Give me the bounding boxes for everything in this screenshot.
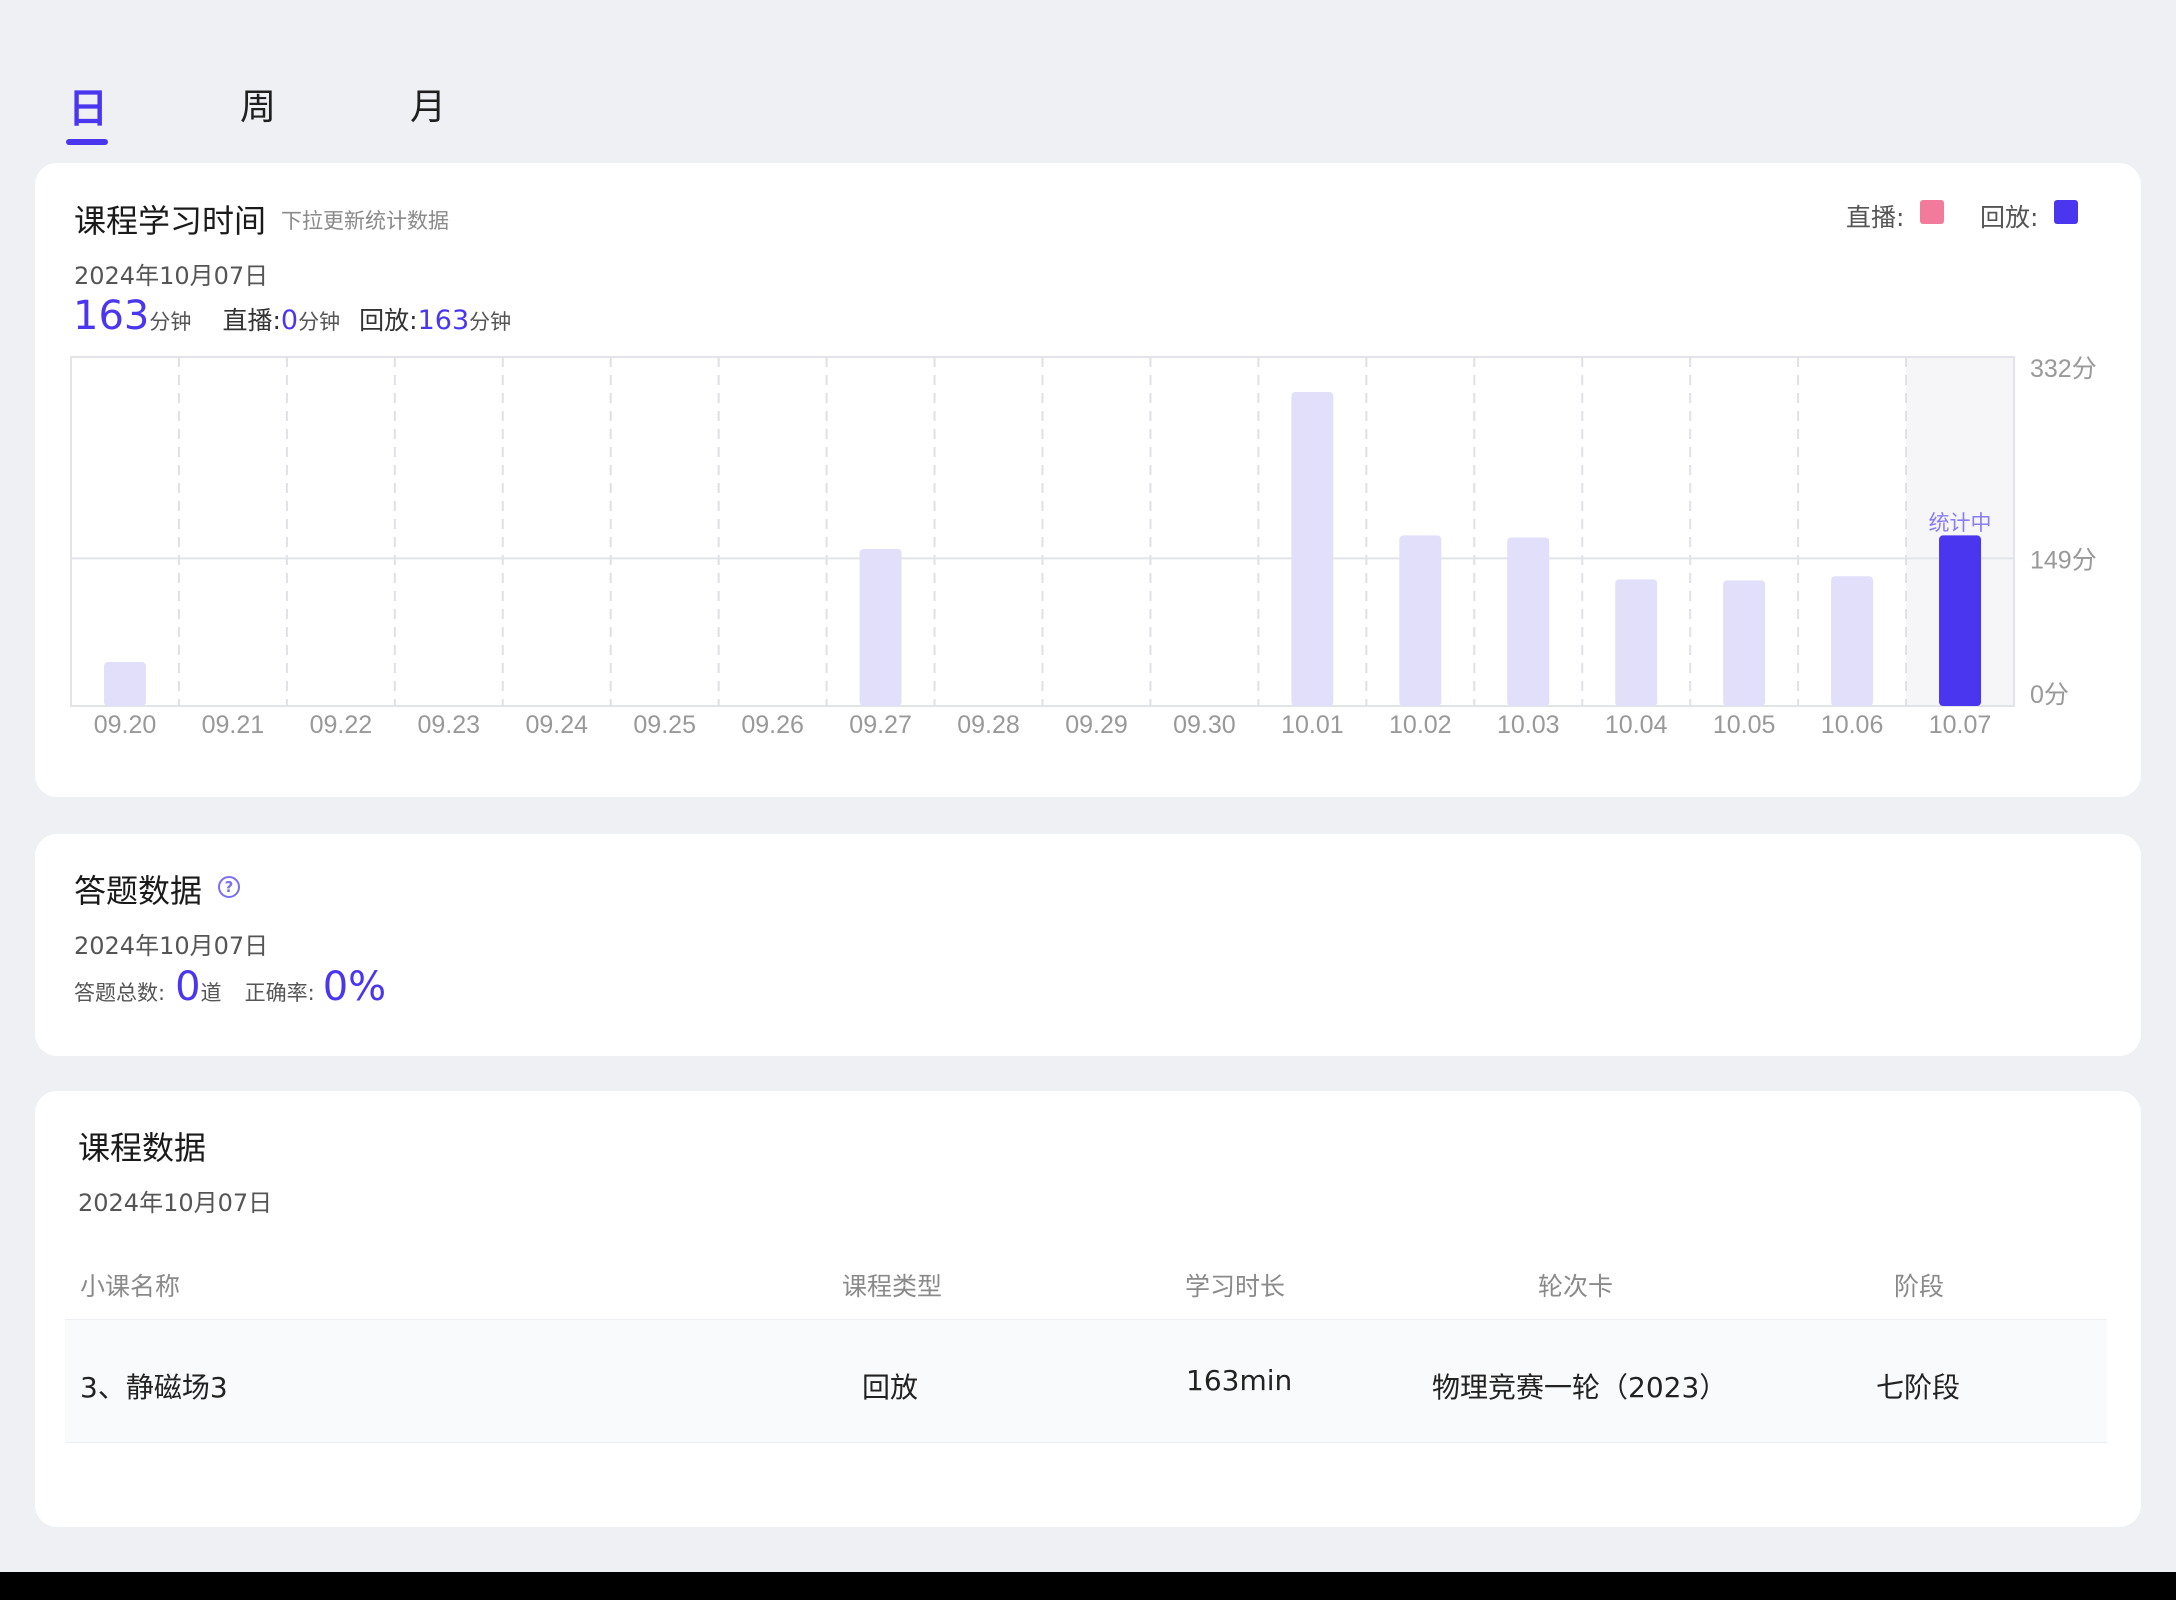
bar-09.20 [103, 662, 146, 706]
x-tick-label: 09.22 [310, 711, 373, 739]
answer-data-title: 答题数据 [74, 872, 203, 910]
bar-10.03 [1507, 537, 1550, 706]
x-tick-label: 10.03 [1497, 711, 1560, 739]
bar-10.06 [1831, 576, 1874, 706]
x-tick-label: 09.28 [957, 711, 1020, 739]
bar-10.04 [1615, 579, 1658, 706]
bar-10.05 [1723, 580, 1766, 706]
x-tick-label: 09.24 [525, 711, 588, 739]
x-tick-label: 10.01 [1281, 711, 1344, 739]
column-header-stage: 阶段 [1894, 1272, 1945, 1301]
x-tick-label: 09.23 [418, 711, 481, 739]
answer-data-date: 2024年10月07日 [74, 932, 269, 960]
study-time-bar-chart: 332分 149分 0分 统计中 09.20 09.21 09.22 09.23 09.24 09… [70, 355, 2097, 739]
bar-10.07 [1939, 535, 1982, 706]
y-tick-label: 149分 [2030, 546, 2097, 574]
cell-round-card: 物理竞赛一轮（2023） [1432, 1371, 1728, 1404]
bar-10.01 [1291, 392, 1334, 706]
column-header-course-type: 课程类型 [842, 1272, 943, 1301]
x-tick-label: 10.06 [1821, 711, 1884, 739]
answer-data-card [35, 834, 2141, 1056]
bottom-system-bar [0, 1572, 2176, 1600]
column-header-round-card: 轮次卡 [1538, 1272, 1614, 1301]
accuracy-label: 正确率: [244, 981, 315, 1005]
question-circle-icon[interactable]: ? [218, 876, 240, 898]
course-data-date: 2024年10月07日 [78, 1189, 273, 1217]
bar-09.27 [859, 549, 902, 706]
answer-total-unit: 道 [200, 981, 222, 1005]
cell-stage: 七阶段 [1876, 1371, 1961, 1404]
x-tick-label: 09.25 [633, 711, 696, 739]
accuracy-value: 0% [322, 964, 387, 1010]
column-header-lesson-name: 小课名称 [80, 1272, 181, 1301]
y-tick-label: 0分 [2030, 681, 2069, 709]
x-tick-label: 09.26 [741, 711, 804, 739]
x-tick-label: 10.02 [1389, 711, 1452, 739]
x-tick-label: 10.04 [1605, 711, 1668, 739]
bar-status-label: 统计中 [1929, 512, 1992, 535]
column-header-study-duration: 学习时长 [1185, 1272, 1286, 1301]
y-tick-label: 332分 [2030, 355, 2097, 383]
cell-study-duration: 163min [1186, 1364, 1293, 1397]
course-data-card [35, 1091, 2141, 1527]
x-tick-label: 09.30 [1173, 711, 1236, 739]
x-tick-label: 09.21 [202, 711, 265, 739]
x-tick-label: 09.27 [849, 711, 912, 739]
x-tick-label: 10.05 [1713, 711, 1776, 739]
cell-lesson-name: 3、静磁场3 [80, 1371, 228, 1404]
answer-summary: 答题总数: 0道 正确率: 0% [74, 964, 386, 1010]
answer-total-value: 0 [175, 964, 201, 1010]
table-row[interactable] [65, 1319, 2107, 1443]
bar-10.02 [1399, 535, 1442, 706]
x-tick-label: 09.29 [1065, 711, 1128, 739]
answer-total-label: 答题总数: [74, 981, 166, 1005]
cell-course-type: 回放 [862, 1371, 919, 1404]
x-tick-label: 09.20 [94, 711, 157, 739]
x-tick-label: 10.07 [1929, 711, 1992, 739]
course-data-title: 课程数据 [78, 1129, 207, 1167]
